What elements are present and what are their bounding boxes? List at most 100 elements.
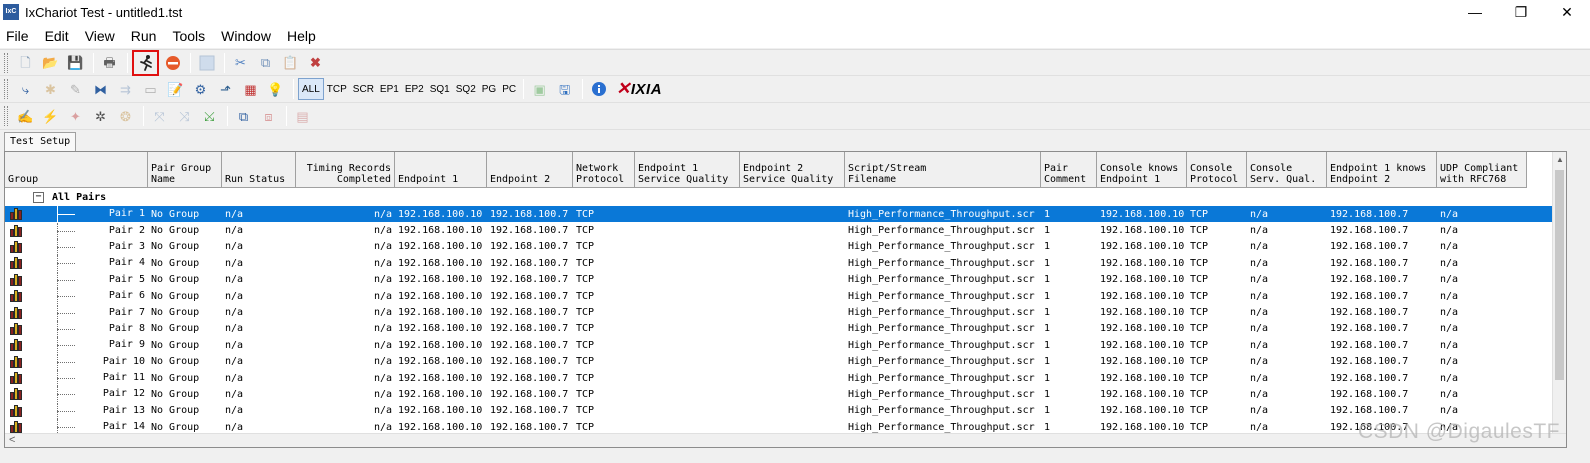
cell-console-proto[interactable]: TCP	[1187, 225, 1247, 236]
cell-run-status[interactable]: n/a	[222, 422, 296, 433]
cell-udp[interactable]: n/a	[1437, 356, 1527, 367]
cell-console-proto[interactable]: TCP	[1187, 258, 1247, 269]
cell-console-ep1[interactable]: 192.168.100.10	[1097, 258, 1187, 269]
cell-ep2[interactable]: 192.168.100.7	[487, 356, 573, 367]
cell-udp[interactable]: n/a	[1437, 405, 1527, 416]
filter-scr[interactable]: SCR	[350, 78, 377, 100]
cell-console-sq[interactable]: n/a	[1247, 209, 1327, 220]
cell-console-proto[interactable]: TCP	[1187, 291, 1247, 302]
help-icon-2[interactable]: 💡	[264, 78, 287, 100]
cell-comment[interactable]: 1	[1041, 323, 1097, 334]
cell-proto[interactable]: TCP	[573, 422, 635, 433]
toolbar-grip[interactable]	[4, 79, 8, 99]
cell-ep1-knows-ep2[interactable]: 192.168.100.7	[1327, 389, 1437, 400]
cell-console-proto[interactable]: TCP	[1187, 323, 1247, 334]
column-header[interactable]: Group	[5, 152, 148, 188]
cell-ep1[interactable]: 192.168.100.10	[395, 307, 487, 318]
cell-timing[interactable]: n/a	[296, 209, 395, 220]
cell-timing[interactable]: n/a	[296, 258, 395, 269]
minimize-button[interactable]: —	[1452, 0, 1498, 24]
split-icon[interactable]: ⤧	[148, 105, 171, 127]
cell-ep2[interactable]: 192.168.100.7	[487, 405, 573, 416]
vertical-scroll-thumb[interactable]	[1555, 170, 1564, 380]
cell-run-status[interactable]: n/a	[222, 389, 296, 400]
cell-console-proto[interactable]: TCP	[1187, 307, 1247, 318]
cell-proto[interactable]: TCP	[573, 274, 635, 285]
new-file-icon[interactable]: 🗋	[14, 52, 37, 74]
pair-cell[interactable]: Pair 1	[5, 206, 148, 223]
cell-ep2[interactable]: 192.168.100.7	[487, 241, 573, 252]
cell-ep1-knows-ep2[interactable]: 192.168.100.7	[1327, 258, 1437, 269]
run-icon[interactable]	[132, 49, 159, 76]
cell-udp[interactable]: n/a	[1437, 258, 1527, 269]
edit-icon[interactable]: ✎	[64, 78, 87, 100]
cell-script[interactable]: High_Performance_Throughput.scr	[845, 258, 1041, 269]
cell-ep1-knows-ep2[interactable]: 192.168.100.7	[1327, 274, 1437, 285]
menu-file[interactable]: File	[0, 24, 37, 48]
cell-timing[interactable]: n/a	[296, 291, 395, 302]
menu-run[interactable]: Run	[123, 24, 165, 48]
column-header[interactable]: UDP Compliant with RFC768	[1437, 152, 1527, 188]
column-header[interactable]: Endpoint 2 Service Quality	[740, 152, 845, 188]
cell-ep1[interactable]: 192.168.100.10	[395, 241, 487, 252]
cell-ep2[interactable]: 192.168.100.7	[487, 209, 573, 220]
table-row[interactable]: Pair 2 No Group n/a n/a 192.168.100.10 192.16…	[5, 222, 1554, 239]
cell-console-sq[interactable]: n/a	[1247, 258, 1327, 269]
scroll-left-icon[interactable]: <	[9, 434, 15, 447]
cell-script[interactable]: High_Performance_Throughput.scr	[845, 225, 1041, 236]
cell-run-status[interactable]: n/a	[222, 225, 296, 236]
cell-console-ep1[interactable]: 192.168.100.10	[1097, 291, 1187, 302]
save-results-icon[interactable]: 🖫	[553, 78, 576, 100]
cell-ep1[interactable]: 192.168.100.10	[395, 274, 487, 285]
cell-console-sq[interactable]: n/a	[1247, 389, 1327, 400]
table-row[interactable]: Pair 12 No Group n/a n/a 192.168.100.10 192.1…	[5, 386, 1554, 403]
link-icon[interactable]: ⤩	[198, 105, 221, 127]
delete-icon[interactable]: ✖	[304, 52, 327, 74]
table-row[interactable]: Pair 13 No Group n/a n/a 192.168.100.10 192.1…	[5, 402, 1554, 419]
cell-ep2[interactable]: 192.168.100.7	[487, 373, 573, 384]
cell-group-name[interactable]: No Group	[148, 389, 222, 400]
cell-ep2[interactable]: 192.168.100.7	[487, 389, 573, 400]
cell-console-ep1[interactable]: 192.168.100.10	[1097, 307, 1187, 318]
copy-icon[interactable]: ⧉	[254, 52, 277, 74]
cell-proto[interactable]: TCP	[573, 241, 635, 252]
cell-udp[interactable]: n/a	[1437, 323, 1527, 334]
close-button[interactable]: ✕	[1544, 0, 1590, 24]
scroll-up-icon[interactable]: ▲	[1553, 152, 1566, 168]
cell-group-name[interactable]: No Group	[148, 258, 222, 269]
filter-ep1[interactable]: EP1	[377, 78, 402, 100]
cell-console-ep1[interactable]: 192.168.100.10	[1097, 241, 1187, 252]
cell-timing[interactable]: n/a	[296, 241, 395, 252]
menu-window[interactable]: Window	[213, 24, 279, 48]
cell-ep1[interactable]: 192.168.100.10	[395, 291, 487, 302]
cell-group-name[interactable]: No Group	[148, 209, 222, 220]
cell-console-proto[interactable]: TCP	[1187, 340, 1247, 351]
cell-run-status[interactable]: n/a	[222, 291, 296, 302]
group-row-all-pairs[interactable]: − All Pairs	[5, 189, 1554, 205]
cell-comment[interactable]: 1	[1041, 389, 1097, 400]
cell-comment[interactable]: 1	[1041, 405, 1097, 416]
cut-icon[interactable]: ✂	[229, 52, 252, 74]
cell-comment[interactable]: 1	[1041, 225, 1097, 236]
cell-ep2[interactable]: 192.168.100.7	[487, 225, 573, 236]
cell-script[interactable]: High_Performance_Throughput.scr	[845, 307, 1041, 318]
cell-console-ep1[interactable]: 192.168.100.10	[1097, 356, 1187, 367]
cell-comment[interactable]: 1	[1041, 258, 1097, 269]
cell-run-status[interactable]: n/a	[222, 307, 296, 318]
cell-udp[interactable]: n/a	[1437, 241, 1527, 252]
cell-proto[interactable]: TCP	[573, 356, 635, 367]
seal-icon[interactable]: ❂	[114, 105, 137, 127]
merge-icon[interactable]: ⤨	[173, 105, 196, 127]
filter-sq1[interactable]: SQ1	[427, 78, 453, 100]
add-pair-icon[interactable]: ⤷	[14, 78, 37, 100]
cell-console-sq[interactable]: n/a	[1247, 323, 1327, 334]
filter-sq2[interactable]: SQ2	[453, 78, 479, 100]
add-multicast-icon[interactable]: ✱	[39, 78, 62, 100]
cell-console-sq[interactable]: n/a	[1247, 373, 1327, 384]
pair-cell[interactable]: Pair 8	[5, 320, 148, 337]
cell-proto[interactable]: TCP	[573, 225, 635, 236]
column-header[interactable]: Console knows Endpoint 1	[1097, 152, 1187, 188]
pair-cell[interactable]: Pair 14	[5, 419, 148, 434]
cell-group-name[interactable]: No Group	[148, 356, 222, 367]
cell-run-status[interactable]: n/a	[222, 258, 296, 269]
